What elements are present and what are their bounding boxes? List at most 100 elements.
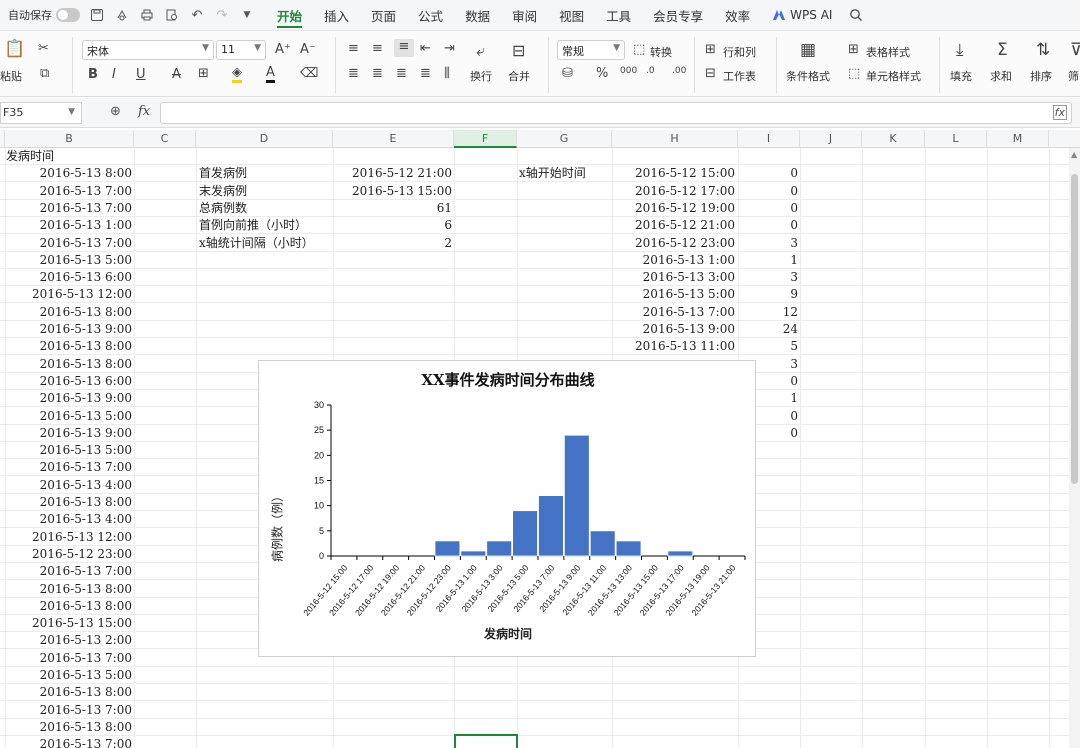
cell-b-value[interactable]: 2016-5-13 9:00 bbox=[6, 321, 132, 338]
cell-d-label[interactable]: 首发病例 bbox=[199, 165, 333, 182]
cell-b-value[interactable]: 2016-5-13 8:00 bbox=[6, 684, 132, 701]
fill-icon[interactable]: ⤓ bbox=[956, 40, 964, 60]
cell-i-value[interactable]: 3 bbox=[740, 269, 798, 286]
cell-b-value[interactable]: 2016-5-13 7:00 bbox=[6, 702, 132, 719]
cell-e-value[interactable]: 2016-5-13 15:00 bbox=[336, 183, 452, 200]
cell-d-label[interactable]: x轴统计间隔（小时） bbox=[199, 235, 333, 252]
wrap-text-button[interactable]: 换行 bbox=[470, 68, 492, 84]
merge-cells-button[interactable]: 合并 bbox=[508, 68, 530, 84]
row-column-button[interactable]: 行和列 bbox=[723, 44, 756, 60]
cut-icon[interactable]: ✂ bbox=[38, 41, 49, 56]
cell-b-value[interactable]: 2016-5-13 7:00 bbox=[6, 563, 132, 580]
align-bottom-icon[interactable]: ≡ bbox=[394, 39, 414, 57]
increase-font-icon[interactable]: A⁺ bbox=[275, 42, 291, 57]
column-header-b[interactable]: B bbox=[5, 130, 134, 148]
cell-b-value[interactable]: 2016-5-13 7:00 bbox=[6, 200, 132, 217]
cell-b-value[interactable]: 2016-5-13 7:00 bbox=[6, 736, 132, 748]
paste-label[interactable]: 粘贴 bbox=[0, 68, 22, 84]
paste-icon[interactable]: 📋 bbox=[4, 39, 25, 59]
cell-b-value[interactable]: 2016-5-13 2:00 bbox=[6, 632, 132, 649]
cell-style-icon[interactable]: ⬚ bbox=[848, 66, 860, 81]
redo-icon[interactable]: ↷ bbox=[214, 7, 230, 23]
cell-b-header[interactable]: 发病时间 bbox=[6, 148, 126, 165]
cell-i-value[interactable]: 3 bbox=[740, 235, 798, 252]
tab-review[interactable]: 审阅 bbox=[512, 0, 537, 31]
cell-b-value[interactable]: 2016-5-13 8:00 bbox=[6, 356, 132, 373]
cell-i-value[interactable]: 24 bbox=[740, 321, 798, 338]
cell-b-value[interactable]: 2016-5-13 8:00 bbox=[6, 494, 132, 511]
chart[interactable]: XX事件发病时间分布曲线 0 5 10 15 20 25 30 2016-5-12 15:00… bbox=[258, 360, 756, 657]
tab-home[interactable]: 开始 bbox=[277, 0, 303, 31]
wps-ai-button[interactable]: WPS AI bbox=[772, 8, 832, 22]
autosave-control[interactable]: 自动保存 bbox=[8, 7, 80, 23]
cell-b-value[interactable]: 2016-5-13 8:00 bbox=[6, 719, 132, 736]
clear-format-icon[interactable]: ⌫ bbox=[300, 66, 318, 81]
cell-b-value[interactable]: 2016-5-13 7:00 bbox=[6, 650, 132, 667]
font-name-select[interactable]: 宋体 ▼ bbox=[82, 40, 214, 60]
column-header-k[interactable]: K bbox=[862, 130, 925, 148]
tab-member[interactable]: 会员专享 bbox=[653, 0, 703, 31]
convert-button[interactable]: 转换 bbox=[650, 44, 672, 60]
column-header-d[interactable]: D bbox=[196, 130, 333, 148]
undo-icon[interactable]: ↶ bbox=[189, 7, 205, 23]
cell-b-value[interactable]: 2016-5-13 9:00 bbox=[6, 390, 132, 407]
cell-i-value[interactable]: 12 bbox=[740, 304, 798, 321]
cell-b-value[interactable]: 2016-5-13 7:00 bbox=[6, 459, 132, 476]
decrease-indent-icon[interactable]: ⇤ bbox=[420, 41, 431, 56]
search-icon[interactable] bbox=[848, 7, 864, 23]
strikethrough-icon[interactable]: A bbox=[172, 67, 181, 82]
cell-b-value[interactable]: 2016-5-13 6:00 bbox=[6, 373, 132, 390]
sum-icon[interactable]: Σ bbox=[997, 40, 1008, 60]
thousands-icon[interactable]: 000 bbox=[620, 66, 637, 76]
vertical-scrollbar[interactable]: ▲ bbox=[1069, 148, 1080, 748]
cell-h-value[interactable]: 2016-5-13 3:00 bbox=[614, 269, 735, 286]
column-header-j[interactable]: J bbox=[800, 130, 862, 148]
cell-b-value[interactable]: 2016-5-13 5:00 bbox=[6, 442, 132, 459]
sort-button[interactable]: 排序 bbox=[1030, 68, 1052, 84]
row-column-icon[interactable]: ⊞ bbox=[705, 42, 716, 57]
justify-icon[interactable]: ≣ bbox=[420, 66, 431, 81]
formula-input[interactable]: fx bbox=[160, 102, 1072, 124]
cell-b-value[interactable]: 2016-5-13 4:00 bbox=[6, 511, 132, 528]
fx-label[interactable]: fx bbox=[138, 104, 150, 119]
cloud-share-icon[interactable] bbox=[114, 7, 130, 23]
cell-h-value[interactable]: 2016-5-13 11:00 bbox=[614, 338, 735, 355]
wrap-text-icon[interactable]: ⤶ bbox=[476, 41, 485, 61]
align-middle-icon[interactable]: ≡ bbox=[372, 41, 383, 56]
bold-icon[interactable]: B bbox=[88, 67, 98, 82]
fill-color-icon[interactable]: ◈ bbox=[232, 66, 242, 83]
tab-view[interactable]: 视图 bbox=[559, 0, 584, 31]
cell-b-value[interactable]: 2016-5-13 8:00 bbox=[6, 581, 132, 598]
cell-b-value[interactable]: 2016-5-13 7:00 bbox=[6, 235, 132, 252]
cell-h-value[interactable]: 2016-5-12 21:00 bbox=[614, 217, 735, 234]
cell-e-value[interactable]: 6 bbox=[336, 217, 452, 234]
cell-b-value[interactable]: 2016-5-13 4:00 bbox=[6, 477, 132, 494]
tab-data[interactable]: 数据 bbox=[465, 0, 490, 31]
cell-b-value[interactable]: 2016-5-13 5:00 bbox=[6, 408, 132, 425]
autosave-toggle[interactable] bbox=[56, 8, 80, 22]
table-style-button[interactable]: 表格样式 bbox=[866, 44, 910, 60]
cell-d-label[interactable]: 末发病例 bbox=[199, 183, 333, 200]
cell-e-value[interactable]: 2 bbox=[336, 235, 452, 252]
column-header-f[interactable]: F bbox=[454, 130, 517, 148]
border-icon[interactable]: ⊞ bbox=[198, 66, 209, 81]
cell-h-value[interactable]: 2016-5-12 19:00 bbox=[614, 200, 735, 217]
italic-icon[interactable]: I bbox=[112, 67, 116, 82]
merge-cells-icon[interactable]: ⊟ bbox=[512, 41, 525, 60]
cell-b-value[interactable]: 2016-5-13 5:00 bbox=[6, 667, 132, 684]
decrease-decimal-icon[interactable]: .00 bbox=[672, 66, 686, 76]
cell-b-value[interactable]: 2016-5-13 9:00 bbox=[6, 425, 132, 442]
cell-b-value[interactable]: 2016-5-13 5:00 bbox=[6, 252, 132, 269]
tab-formula[interactable]: 公式 bbox=[418, 0, 443, 31]
cell-e-value[interactable]: 2016-5-12 21:00 bbox=[336, 165, 452, 182]
cell-g-label[interactable]: x轴开始时间 bbox=[519, 165, 611, 182]
cell-i-value[interactable]: 9 bbox=[740, 286, 798, 303]
cell-b-value[interactable]: 2016-5-13 8:00 bbox=[6, 304, 132, 321]
tab-tools[interactable]: 工具 bbox=[606, 0, 631, 31]
cell-b-value[interactable]: 2016-5-13 1:00 bbox=[6, 217, 132, 234]
font-size-select[interactable]: 11 ▼ bbox=[216, 40, 266, 60]
cell-i-value[interactable]: 0 bbox=[740, 200, 798, 217]
align-top-icon[interactable]: ≡ bbox=[348, 41, 359, 56]
column-header-c[interactable]: C bbox=[134, 130, 196, 148]
column-header-h[interactable]: H bbox=[612, 130, 738, 148]
